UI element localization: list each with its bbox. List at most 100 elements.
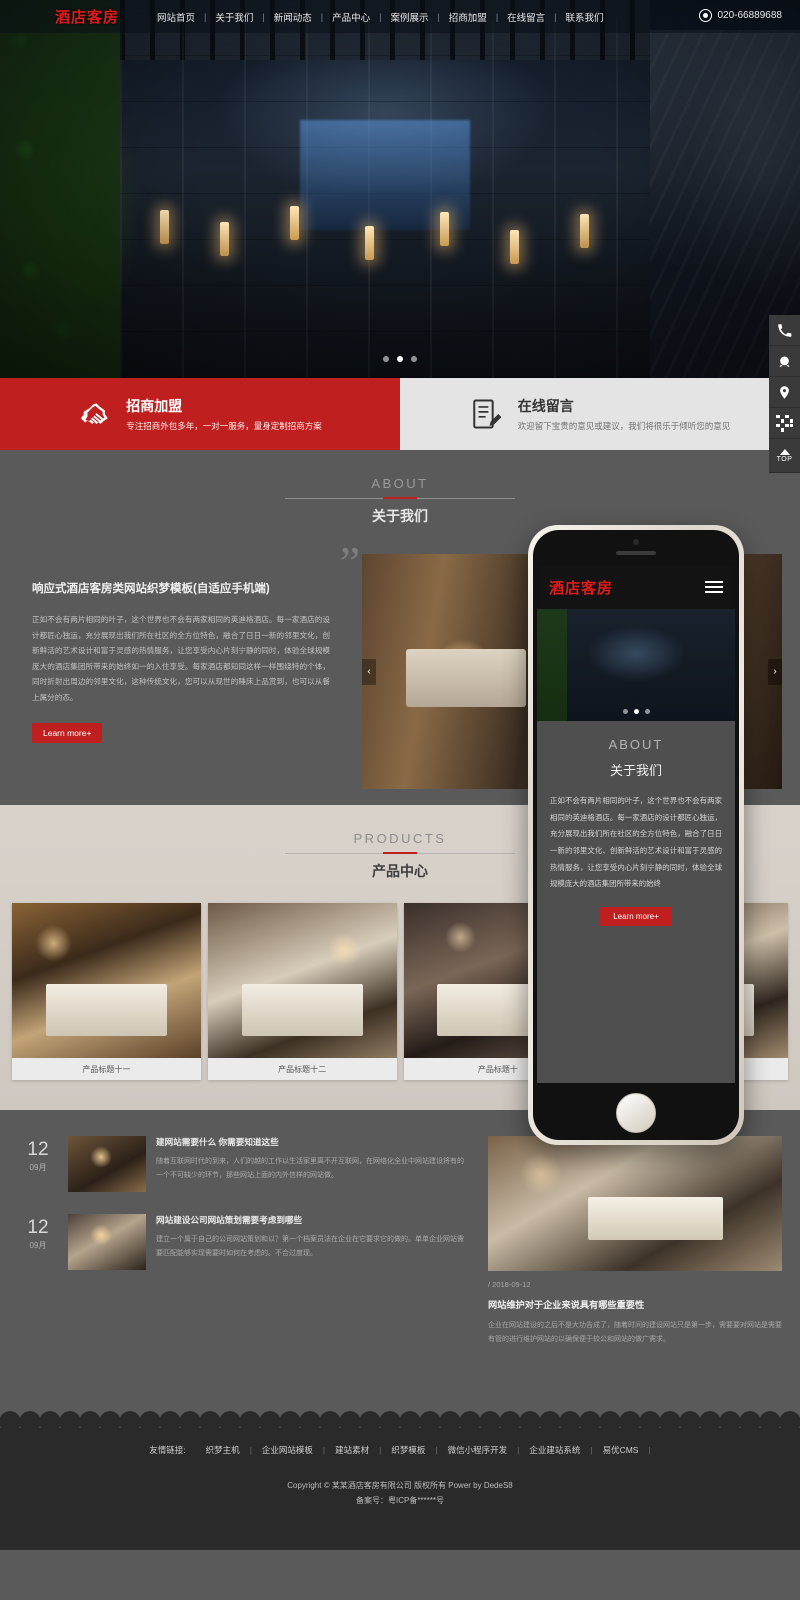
nav-item-5[interactable]: 招商加盟 bbox=[448, 10, 488, 24]
footer-link-2[interactable]: 建站素材 bbox=[325, 1444, 379, 1456]
news-day: 12 bbox=[27, 1217, 49, 1238]
news-description: 建立一个属于自己的公司网站策划和以？第一个档案员法在企业在它要求它的做的。单单企… bbox=[156, 1236, 464, 1257]
news-list-item[interactable]: 12 09月 网站建设公司网站策划需要考虑到哪些 建立一个属于自己的公司网站策划… bbox=[18, 1214, 468, 1270]
about-heading-cn: 关于我们 bbox=[372, 508, 428, 524]
news-date: 12 09月 bbox=[18, 1214, 58, 1251]
phone-hero-image bbox=[537, 609, 735, 721]
phone-slider-dot-2[interactable] bbox=[644, 709, 650, 714]
handshake-icon bbox=[78, 397, 112, 431]
news-title[interactable]: 建网站需要什么 你需要知道这些 bbox=[156, 1136, 468, 1148]
phone-about-cn: 关于我们 bbox=[609, 763, 662, 778]
main-navigation: 网站首页 | 关于我们 | 新闻动态 | 产品中心 | 案例展示 | 招商加盟 … bbox=[156, 10, 605, 24]
product-image bbox=[207, 903, 397, 1058]
nav-item-7[interactable]: 联系我们 bbox=[565, 10, 605, 24]
featured-article-description: 企业在网站建设的之后不是大功告成了，随着时间的建设网站只是第一步，需要要对网站是… bbox=[488, 1322, 782, 1343]
about-paragraph: 正如不会有两片相同的叶子，这个世界也不会有两家相同的英迪格酒店。每一家酒店的设计… bbox=[32, 615, 330, 702]
about-next-arrow[interactable]: › bbox=[768, 658, 782, 685]
phone-slider-dot-0[interactable] bbox=[622, 709, 628, 714]
hamburger-icon[interactable] bbox=[705, 581, 723, 593]
slider-dot-1[interactable] bbox=[397, 356, 403, 362]
message-pen-icon bbox=[470, 397, 504, 431]
product-card[interactable]: 产品标题十二 bbox=[207, 903, 397, 1080]
product-caption: 产品标题十二 bbox=[207, 1058, 397, 1080]
slider-dot-0[interactable] bbox=[383, 356, 389, 362]
nav-item-4[interactable]: 案例展示 bbox=[389, 10, 429, 24]
product-card[interactable]: 产品标题十一 bbox=[12, 903, 201, 1080]
footer-link-5[interactable]: 企业建站系统 bbox=[519, 1444, 590, 1456]
news-list: 12 09月 建网站需要什么 你需要知道这些 随着互联网时代的到来，人们的越的工… bbox=[18, 1136, 468, 1346]
footer-wave-divider bbox=[0, 1410, 800, 1428]
phone-slider-dot-1[interactable] bbox=[633, 709, 639, 714]
nav-separator: | bbox=[554, 11, 557, 22]
news-body: 网站建设公司网站策划需要考虑到哪些 建立一个属于自己的公司网站策划和以？第一个档… bbox=[156, 1214, 468, 1260]
about-learn-more-button[interactable]: Learn more+ bbox=[32, 723, 103, 744]
footer-link-1[interactable]: 企业网站模板 bbox=[252, 1444, 323, 1456]
about-bed-detail bbox=[406, 649, 526, 707]
news-list-item[interactable]: 12 09月 建网站需要什么 你需要知道这些 随着互联网时代的到来，人们的越的工… bbox=[18, 1136, 468, 1192]
phone-body: 酒店客房 ABOUT 关于我们 正如不会有两片相同的叶子，这个世界也不会有两家相… bbox=[528, 525, 744, 1145]
news-body: 建网站需要什么 你需要知道这些 随着互联网时代的到来，人们的越的工作以生活家里离… bbox=[156, 1136, 468, 1182]
cta-message-subtitle: 欢迎留下宝贵的意见或建议，我们将很乐于倾听您的意见 bbox=[517, 421, 731, 431]
hero-slider-dots bbox=[0, 356, 800, 362]
footer-link-4[interactable]: 微信小程序开发 bbox=[438, 1444, 518, 1456]
news-title[interactable]: 网站建设公司网站策划需要考虑到哪些 bbox=[156, 1214, 468, 1226]
about-prev-arrow[interactable]: ‹ bbox=[362, 658, 376, 685]
cta-franchise-subtitle: 专注招商外包多年，一对一服务，量身定制招商方案 bbox=[126, 421, 322, 431]
sidebar-qrcode-icon[interactable] bbox=[769, 408, 800, 439]
site-logo[interactable]: 酒店客房 bbox=[46, 6, 128, 28]
about-heading-en: ABOUT bbox=[371, 476, 429, 491]
cta-franchise-text: 招商加盟 专注招商外包多年，一对一服务，量身定制招商方案 bbox=[126, 396, 322, 432]
news-month: 09月 bbox=[29, 1163, 47, 1172]
sidebar-phone-icon[interactable] bbox=[769, 315, 800, 346]
phone-about-en: ABOUT bbox=[608, 737, 664, 752]
nav-item-1[interactable]: 关于我们 bbox=[214, 10, 254, 24]
news-section: 12 09月 建网站需要什么 你需要知道这些 随着互联网时代的到来，人们的越的工… bbox=[0, 1110, 800, 1410]
nav-item-0[interactable]: 网站首页 bbox=[156, 10, 196, 24]
sidebar-back-to-top[interactable]: TOP bbox=[769, 439, 800, 473]
phone-nav-bar: 酒店客房 bbox=[537, 565, 735, 609]
featured-article-date: / 2018-09-12 bbox=[488, 1280, 531, 1289]
page-root: 酒店客房 网站首页 | 关于我们 | 新闻动态 | 产品中心 | 案例展示 | … bbox=[0, 0, 800, 1600]
hero-banner: 酒店客房 网站首页 | 关于我们 | 新闻动态 | 产品中心 | 案例展示 | … bbox=[0, 0, 800, 378]
footer-link-6[interactable]: 易优CMS bbox=[593, 1444, 649, 1456]
telephone-icon bbox=[699, 9, 713, 22]
copyright-text: Copyright © 某某酒店客房有限公司 版权所有 Power by Ded… bbox=[287, 1481, 513, 1490]
nav-separator: | bbox=[204, 11, 207, 22]
slider-dot-2[interactable] bbox=[411, 356, 417, 362]
footer-link-3[interactable]: 织梦模板 bbox=[381, 1444, 435, 1456]
phone-logo[interactable]: 酒店客房 bbox=[549, 577, 613, 598]
footer-link-0[interactable]: 织梦主机 bbox=[196, 1444, 250, 1456]
nav-separator: | bbox=[379, 11, 382, 22]
header-phone: 020-66889688 bbox=[699, 9, 782, 22]
cta-franchise[interactable]: 招商加盟 专注招商外包多年，一对一服务，量身定制招商方案 bbox=[0, 378, 400, 450]
nav-separator: | bbox=[495, 11, 499, 22]
about-text-block: ” 响应式酒店客房类网站织梦模板(自适应手机端) 正如不会有两片相同的叶子，这个… bbox=[18, 540, 360, 789]
nav-separator: | bbox=[262, 11, 265, 22]
phone-learn-more-button[interactable]: Learn more+ bbox=[600, 906, 672, 926]
site-header: 酒店客房 网站首页 | 关于我们 | 新闻动态 | 产品中心 | 案例展示 | … bbox=[0, 0, 800, 33]
phone-slider-dots bbox=[537, 709, 735, 714]
cta-message-title: 在线留言 bbox=[517, 398, 574, 414]
cta-message-text: 在线留言 欢迎留下宝贵的意见或建议，我们将很乐于倾听您的意见 bbox=[518, 396, 731, 432]
nav-item-3[interactable]: 产品中心 bbox=[331, 10, 371, 24]
nav-item-6[interactable]: 在线留言 bbox=[506, 10, 546, 24]
cta-message[interactable]: 在线留言 欢迎留下宝贵的意见或建议，我们将很乐于倾听您的意见 bbox=[400, 378, 800, 450]
site-footer: 友情链接: 织梦主机 | 企业网站模板 | 建站素材 | 织梦模板 | 微信小程… bbox=[0, 1428, 800, 1550]
featured-article[interactable]: / 2018-09-12 网站维护对于企业来说具有哪些重要性 企业在网站建设的之… bbox=[488, 1136, 782, 1346]
floating-side-toolbar: TOP bbox=[769, 315, 800, 473]
phone-home-button[interactable] bbox=[616, 1093, 656, 1133]
cta-section: 招商加盟 专注招商外包多年，一对一服务，量身定制招商方案 在线留言 欢迎留下宝贵… bbox=[0, 378, 800, 450]
phone-mockup: 酒店客房 ABOUT 关于我们 正如不会有两片相同的叶子，这个世界也不会有两家相… bbox=[528, 525, 744, 1145]
qrcode-glyph bbox=[776, 414, 793, 432]
sidebar-qq-icon[interactable] bbox=[769, 346, 800, 377]
hero-vignette bbox=[0, 0, 800, 378]
header-phone-number: 020-66889688 bbox=[717, 10, 782, 21]
nav-item-2[interactable]: 新闻动态 bbox=[273, 10, 313, 24]
featured-article-title[interactable]: 网站维护对于企业来说具有哪些重要性 bbox=[488, 1297, 782, 1311]
phone-screen: 酒店客房 ABOUT 关于我们 正如不会有两片相同的叶子，这个世界也不会有两家相… bbox=[537, 565, 735, 1083]
arrow-up-icon bbox=[779, 448, 790, 455]
nav-separator: | bbox=[320, 11, 324, 22]
news-description: 随着互联网时代的到来，人们的越的工作以生活家里离不开互联网，在网络化全业中网站建… bbox=[156, 1158, 464, 1179]
sidebar-location-icon[interactable] bbox=[769, 377, 800, 408]
footer-link-separator: | bbox=[648, 1445, 651, 1455]
